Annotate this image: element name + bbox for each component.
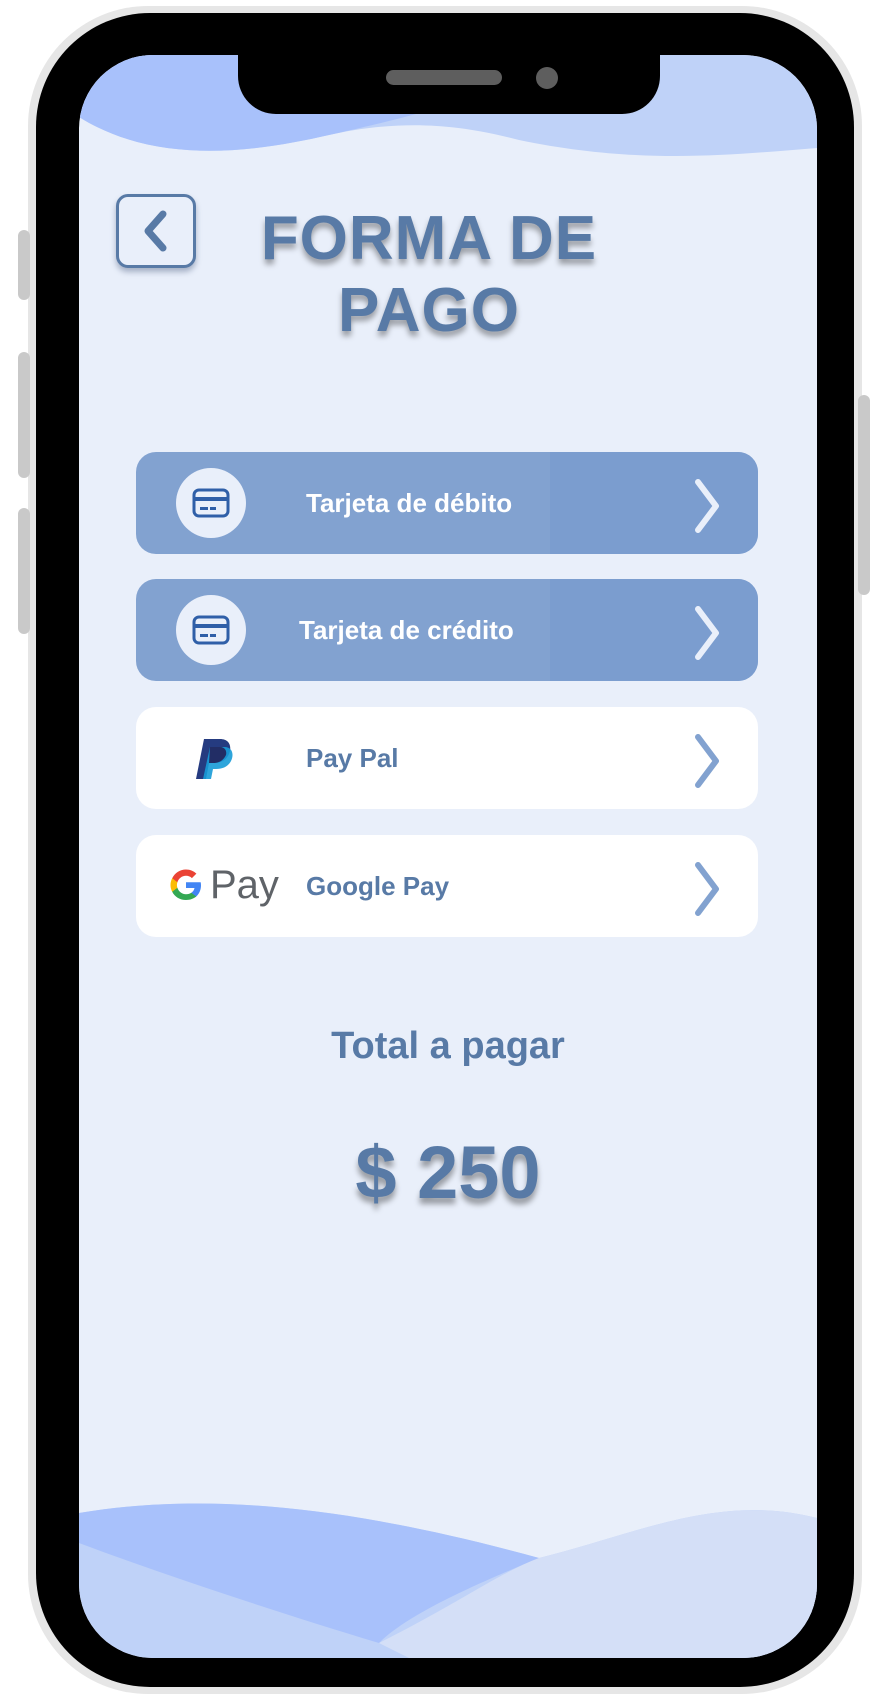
chevron-right-icon <box>695 479 719 533</box>
total-label: Total a pagar <box>331 1025 565 1067</box>
phone-silent-switch <box>18 230 30 300</box>
phone-volume-up-button <box>18 352 30 478</box>
phone-power-button <box>858 395 870 595</box>
chevron-right-icon <box>695 862 719 916</box>
phone-camera <box>536 67 558 89</box>
back-button[interactable] <box>116 194 196 268</box>
google-pay-logo-text: Pay <box>210 863 279 907</box>
app-screen: FORMA DE PAGO Tarjeta de débito Tarjeta … <box>79 55 817 1658</box>
chevron-right-icon <box>695 734 719 788</box>
payment-option-label: Tarjeta de crédito <box>299 615 514 645</box>
payment-option-paypal[interactable]: Pay Pal <box>136 707 758 809</box>
paypal-logo-icon <box>196 739 233 779</box>
payment-option-credit-card[interactable]: Tarjeta de crédito <box>136 579 758 681</box>
credit-card-icon <box>176 468 246 538</box>
phone-volume-down-button <box>18 508 30 634</box>
bottom-wave-decoration <box>79 1503 817 1658</box>
page-title: FORMA DE PAGO <box>260 204 598 345</box>
chevron-left-icon <box>144 210 167 252</box>
payment-option-label: Google Pay <box>306 871 450 901</box>
phone-speaker <box>386 70 502 85</box>
payment-option-label: Tarjeta de débito <box>306 488 513 518</box>
payment-option-debit-card[interactable]: Tarjeta de débito <box>136 452 758 554</box>
payment-option-label: Pay Pal <box>306 743 399 773</box>
payment-option-google-pay[interactable]: Pay Google Pay <box>136 835 758 937</box>
chevron-right-icon <box>695 606 719 660</box>
credit-card-icon <box>176 595 246 665</box>
total-amount: $ 250 <box>355 1131 541 1214</box>
